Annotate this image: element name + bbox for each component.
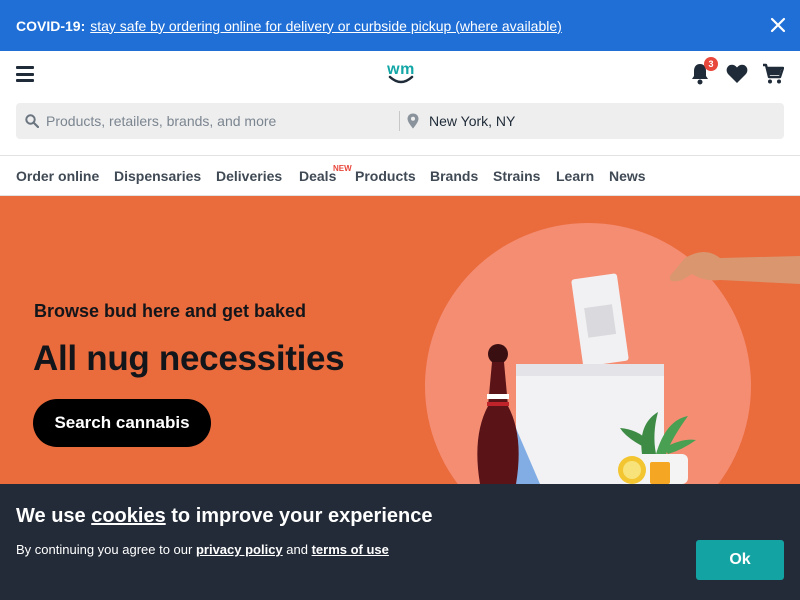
site-header: wm 3 [0, 51, 800, 155]
cookie-text: By continuing you agree to our privacy p… [16, 542, 389, 557]
nav-deals[interactable]: Deals [299, 168, 336, 184]
cookies-link[interactable]: cookies [91, 505, 165, 527]
menu-icon[interactable] [16, 66, 34, 82]
search-cannabis-button[interactable]: Search cannabis [33, 399, 211, 447]
new-badge: NEW [333, 164, 352, 173]
hero-subtitle: Browse bud here and get baked [34, 301, 307, 321]
cookie-title-prefix: We use [16, 505, 92, 527]
privacy-policy-link[interactable]: privacy policy [196, 542, 283, 557]
notification-badge: 3 [704, 57, 718, 71]
nav-products[interactable]: Products [355, 168, 416, 184]
search-divider [399, 111, 400, 131]
main-nav: Order online Dispensaries Deliveries Dea… [0, 155, 800, 196]
close-icon[interactable] [770, 17, 786, 33]
cookie-text-prefix: By continuing you agree to our [16, 542, 196, 557]
cookie-title: We use cookies to improve your experienc… [16, 505, 432, 528]
nav-brands[interactable]: Brands [430, 168, 478, 184]
heart-icon[interactable] [726, 64, 748, 84]
covid-banner: COVID-19: stay safe by ordering online f… [0, 0, 800, 51]
nav-strains[interactable]: Strains [493, 168, 540, 184]
hero-title: All nug necessities [33, 339, 345, 378]
search-input[interactable] [46, 103, 396, 139]
nav-order-online[interactable]: Order online [16, 168, 99, 184]
hero-banner: Browse bud here and get baked All nug ne… [0, 196, 800, 484]
location-input[interactable] [429, 103, 769, 139]
hero-illustration [425, 223, 800, 484]
nav-dispensaries[interactable]: Dispensaries [114, 168, 201, 184]
weedmaps-logo[interactable]: wm [382, 61, 420, 87]
cookie-text-and: and [282, 542, 312, 557]
terms-of-use-link[interactable]: terms of use [312, 542, 389, 557]
nav-learn[interactable]: Learn [556, 168, 594, 184]
nav-news[interactable]: News [609, 168, 646, 184]
cookie-title-suffix: to improve your experience [165, 505, 433, 527]
cookie-banner: We use cookies to improve your experienc… [0, 484, 800, 600]
ok-button[interactable]: Ok [696, 540, 784, 580]
covid-message-link[interactable]: stay safe by ordering online for deliver… [90, 18, 562, 34]
location-pin-icon [407, 113, 419, 129]
search-bar [16, 103, 784, 139]
cart-icon[interactable] [762, 63, 784, 85]
nav-deliveries[interactable]: Deliveries [216, 168, 282, 184]
search-icon [25, 114, 39, 128]
logo-smile-icon [388, 75, 414, 84]
covid-label: COVID-19: [16, 17, 86, 34]
